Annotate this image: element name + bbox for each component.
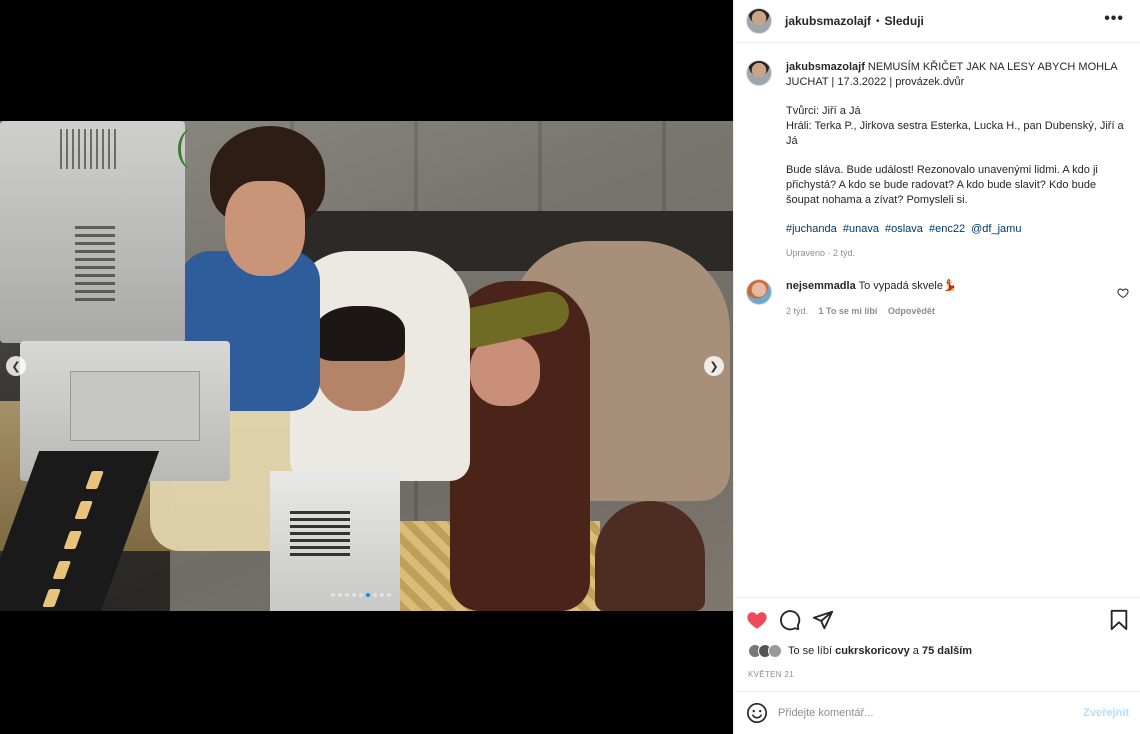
carousel-dot <box>373 593 377 597</box>
carousel-dot <box>331 593 335 597</box>
carousel-dot <box>338 593 342 597</box>
bookmark-icon[interactable] <box>1108 609 1130 631</box>
post-photo[interactable] <box>0 121 733 611</box>
author-avatar[interactable] <box>746 8 772 34</box>
liker-username[interactable]: cukrskoricovy <box>835 645 910 657</box>
hashtag-link[interactable]: #oslava <box>885 223 923 235</box>
media-area: ❮ ❯ <box>0 0 733 734</box>
more-options-icon[interactable]: ••• <box>1104 11 1124 27</box>
heart-filled-icon[interactable] <box>746 609 768 631</box>
carousel-dot <box>345 593 349 597</box>
add-comment-bar: Zveřejnit <box>734 691 1140 734</box>
caption-edited-time: Upraveno · 2 týd. <box>786 248 856 258</box>
hashtag-link[interactable]: #enc22 <box>929 223 965 235</box>
carousel-prev-button[interactable]: ❮ <box>6 356 26 376</box>
chevron-right-icon: ❯ <box>709 360 719 373</box>
commenter-avatar[interactable] <box>746 279 772 305</box>
carousel-dot <box>366 593 370 597</box>
carousel-next-button[interactable]: ❯ <box>704 356 724 376</box>
commenter-username[interactable]: nejsemmadla <box>786 280 856 292</box>
liker-avatar <box>768 644 782 658</box>
comment-text: To vypadá skvele💃 <box>858 280 957 292</box>
likes-prefix: To se líbí <box>788 645 833 657</box>
caption-hashtags: #juchanda #unava #oslava #enc22 @df_jamu <box>786 222 1124 237</box>
carousel-dot <box>387 593 391 597</box>
comment-bubble-icon[interactable] <box>779 609 801 631</box>
post-caption: jakubsmazolajf NEMUSÍM KŘIČET JAK NA LES… <box>746 60 1131 261</box>
likes-others-link[interactable]: 75 dalším <box>922 645 972 657</box>
hashtag-link[interactable]: #unava <box>843 223 879 235</box>
caption-creators: Tvůrci: Jiří a Já <box>786 105 861 117</box>
chevron-left-icon: ❮ <box>11 360 21 373</box>
comment-item: nejsemmadla To vypadá skvele💃 2 týd. 1 T… <box>746 279 1131 316</box>
post-side-panel: jakubsmazolajf • Sleduji ••• jakubsmazol… <box>733 0 1140 734</box>
paper-plane-icon[interactable] <box>812 609 834 631</box>
caption-author-avatar[interactable] <box>746 60 772 86</box>
caption-author-username[interactable]: jakubsmazolajf <box>786 61 865 73</box>
comment-like-heart-icon[interactable] <box>1117 287 1129 299</box>
post-actions: To se líbí cukrskoricovy a 75 dalším KVĚ… <box>734 597 1140 691</box>
mention-link[interactable]: @df_jamu <box>971 223 1021 235</box>
comment-reply-button[interactable]: Odpovědět <box>888 306 935 316</box>
carousel-dot <box>352 593 356 597</box>
following-button[interactable]: Sleduji <box>885 14 924 28</box>
likes-middle: a <box>912 645 919 657</box>
post-header: jakubsmazolajf • Sleduji ••• <box>734 0 1140 43</box>
carousel-dot <box>359 593 363 597</box>
likes-summary: To se líbí cukrskoricovy a 75 dalším <box>748 644 972 658</box>
hashtag-link[interactable]: #juchanda <box>786 223 837 235</box>
caption-body: Bude sláva. Bude událost! Rezonovalo una… <box>786 164 1098 206</box>
post-comment-button[interactable]: Zveřejnit <box>1083 707 1129 719</box>
post-date: KVĚTEN 21 <box>748 670 794 679</box>
smiley-icon[interactable] <box>746 702 768 724</box>
comment-time: 2 týd. <box>786 306 809 316</box>
caption-cast: Hráli: Terka P., Jirkova sestra Esterka,… <box>786 120 1124 147</box>
comment-input[interactable] <box>778 707 1068 719</box>
carousel-dots <box>331 593 391 597</box>
separator-dot: • <box>876 15 880 27</box>
carousel-dot <box>380 593 384 597</box>
comment-likes-link[interactable]: 1 To se mi líbí <box>819 306 878 316</box>
post-viewer: ❮ ❯ jakubsmazolajf • Sleduji ••• jakubsm… <box>0 0 1140 734</box>
author-username[interactable]: jakubsmazolajf <box>785 14 871 28</box>
